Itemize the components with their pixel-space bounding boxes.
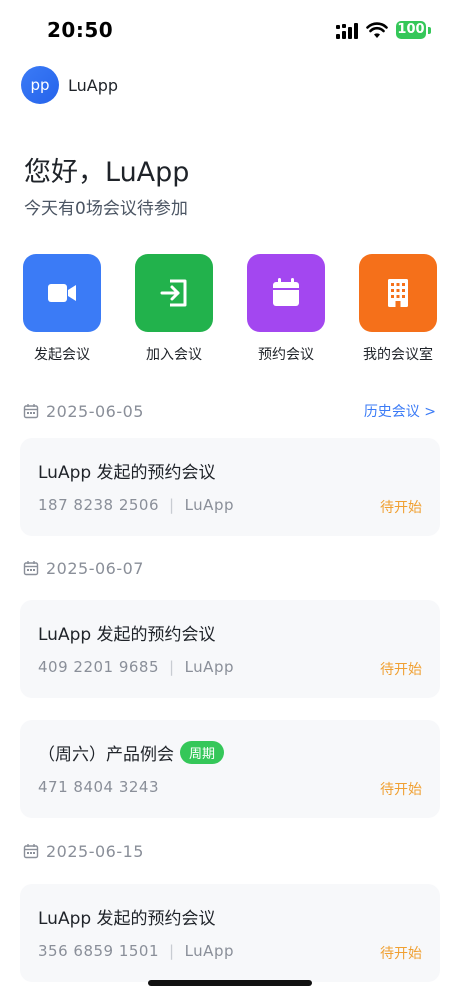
building-icon (388, 279, 408, 307)
join-meeting-label: 加入会议 (146, 347, 202, 363)
meeting-title: LuApp 发起的预约会议 (38, 909, 216, 929)
avatar[interactable]: pp (21, 66, 59, 104)
battery-tip (428, 27, 431, 34)
meeting-card[interactable]: LuApp 发起的预约会议 356 6859 1501 | LuApp 待开始 (20, 884, 440, 982)
meeting-meta: 356 6859 1501 | LuApp (38, 942, 234, 960)
battery-indicator: 100 (396, 21, 426, 39)
date-header: 2025-06-05 (23, 400, 144, 422)
meeting-number: 356 6859 1501 (38, 942, 160, 960)
wifi-icon (366, 22, 388, 38)
status-time: 20:50 (47, 18, 114, 42)
history-meetings-link[interactable]: 历史会议 > (364, 401, 436, 421)
meeting-meta: 471 8404 3243 (38, 778, 159, 796)
meeting-number: 409 2201 9685 (38, 658, 160, 676)
meeting-status: 待开始 (380, 782, 422, 798)
meeting-title-row: （周六）产品例会 周期 (38, 740, 225, 765)
join-meeting-tile[interactable] (135, 254, 213, 332)
join-meeting-button[interactable]: 加入会议 (124, 254, 224, 364)
meeting-title: LuApp 发起的预约会议 (38, 625, 216, 645)
start-meeting-tile[interactable] (23, 254, 101, 332)
meeting-status: 待开始 (380, 662, 422, 678)
date-header: 2025-06-15 (23, 840, 144, 862)
home-indicator (148, 980, 312, 986)
meeting-title: LuApp 发起的预约会议 (38, 463, 216, 483)
meeting-meta: 187 8238 2506 | LuApp (38, 496, 234, 514)
my-rooms-tile[interactable] (359, 254, 437, 332)
calendar-small-icon (23, 404, 39, 419)
greeting-title: 您好，LuApp (24, 157, 190, 188)
meeting-title: （周六）产品例会 (38, 745, 174, 765)
date-label: 2025-06-05 (46, 401, 144, 421)
meeting-number: 471 8404 3243 (38, 778, 160, 796)
my-rooms-label: 我的会议室 (363, 347, 433, 363)
cellular-signal-icon (336, 23, 358, 39)
meeting-number: 187 8238 2506 (38, 496, 160, 514)
schedule-meeting-label: 预约会议 (258, 347, 314, 363)
date-header: 2025-06-07 (23, 557, 144, 579)
schedule-meeting-button[interactable]: 预约会议 (236, 254, 336, 364)
start-meeting-label: 发起会议 (34, 347, 90, 363)
calendar-icon (273, 278, 299, 306)
video-camera-icon (48, 284, 76, 302)
meeting-host: LuApp (184, 942, 234, 960)
greeting-subtitle: 今天有0场会议待参加 (24, 199, 188, 219)
calendar-small-icon (23, 561, 39, 576)
meeting-host: LuApp (184, 496, 234, 514)
enter-arrow-icon (160, 279, 187, 307)
my-rooms-button[interactable]: 我的会议室 (348, 254, 448, 364)
start-meeting-button[interactable]: 发起会议 (12, 254, 112, 364)
meeting-status: 待开始 (380, 500, 422, 516)
meeting-status: 待开始 (380, 946, 422, 962)
meeting-card[interactable]: LuApp 发起的预约会议 187 8238 2506 | LuApp 待开始 (20, 438, 440, 536)
user-profile[interactable]: pp LuApp (21, 66, 118, 104)
status-bar: 20:50 100 (0, 0, 460, 62)
date-label: 2025-06-15 (46, 841, 144, 861)
user-name: LuApp (68, 75, 119, 95)
meeting-card[interactable]: LuApp 发起的预约会议 409 2201 9685 | LuApp 待开始 (20, 600, 440, 698)
meeting-meta: 409 2201 9685 | LuApp (38, 658, 234, 676)
date-label: 2025-06-07 (46, 558, 144, 578)
recurring-badge: 周期 (180, 741, 225, 764)
schedule-meeting-tile[interactable] (247, 254, 325, 332)
quick-actions: 发起会议 加入会议 预约会议 我的会议室 (0, 254, 460, 364)
calendar-small-icon (23, 844, 39, 859)
meeting-host: LuApp (184, 658, 234, 676)
meeting-card[interactable]: （周六）产品例会 周期 471 8404 3243 待开始 (20, 720, 440, 818)
